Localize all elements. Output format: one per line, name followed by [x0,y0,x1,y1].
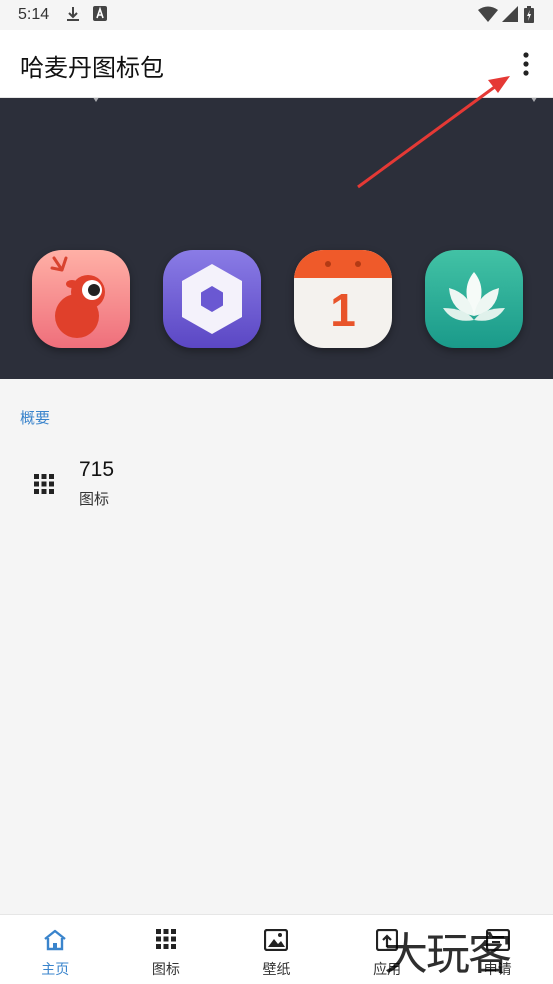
calendar-day-label: 1 [330,284,356,336]
watermark-text: 大玩客 [384,929,512,980]
calendar-app-icon: 1 [294,250,392,348]
font-notification-icon [93,6,107,21]
nav-item-home[interactable]: 主页 [0,915,111,984]
hexagon-app-icon [163,250,261,348]
deer-app-icon [32,250,130,348]
app-title: 哈麦丹图标包 [20,54,164,82]
nav-item-icons[interactable]: 图标 [111,915,222,984]
nav-label-home: 主页 [41,962,70,978]
more-options-button[interactable] [510,44,542,84]
signal-icon [502,6,518,22]
image-icon [264,929,289,951]
app-bar: 哈麦丹图标包 [0,30,553,98]
more-vert-icon [523,52,529,76]
decor-drop-icon [531,98,537,102]
home-icon [44,929,67,951]
nav-label-icons: 图标 [151,962,180,978]
nav-label-wallpapers: 壁纸 [262,962,291,978]
overview-section-label: 概要 [20,409,51,427]
lotus-app-icon [425,250,523,348]
icon-count-caption: 图标 [79,490,110,508]
icon-count-item[interactable]: 715 图标 [20,450,320,520]
wifi-icon [478,6,498,22]
status-bar: 5:14 [0,0,553,30]
nav-item-wallpapers[interactable]: 壁纸 [221,915,332,984]
wallpaper-preview: 1 [0,98,553,379]
apps-grid-icon [34,474,54,494]
battery-icon [524,6,534,23]
decor-drop-icon [93,98,99,102]
grid-icon [155,929,176,949]
icon-count-value: 715 [79,458,115,481]
download-icon [67,7,79,21]
status-time: 5:14 [18,6,50,23]
